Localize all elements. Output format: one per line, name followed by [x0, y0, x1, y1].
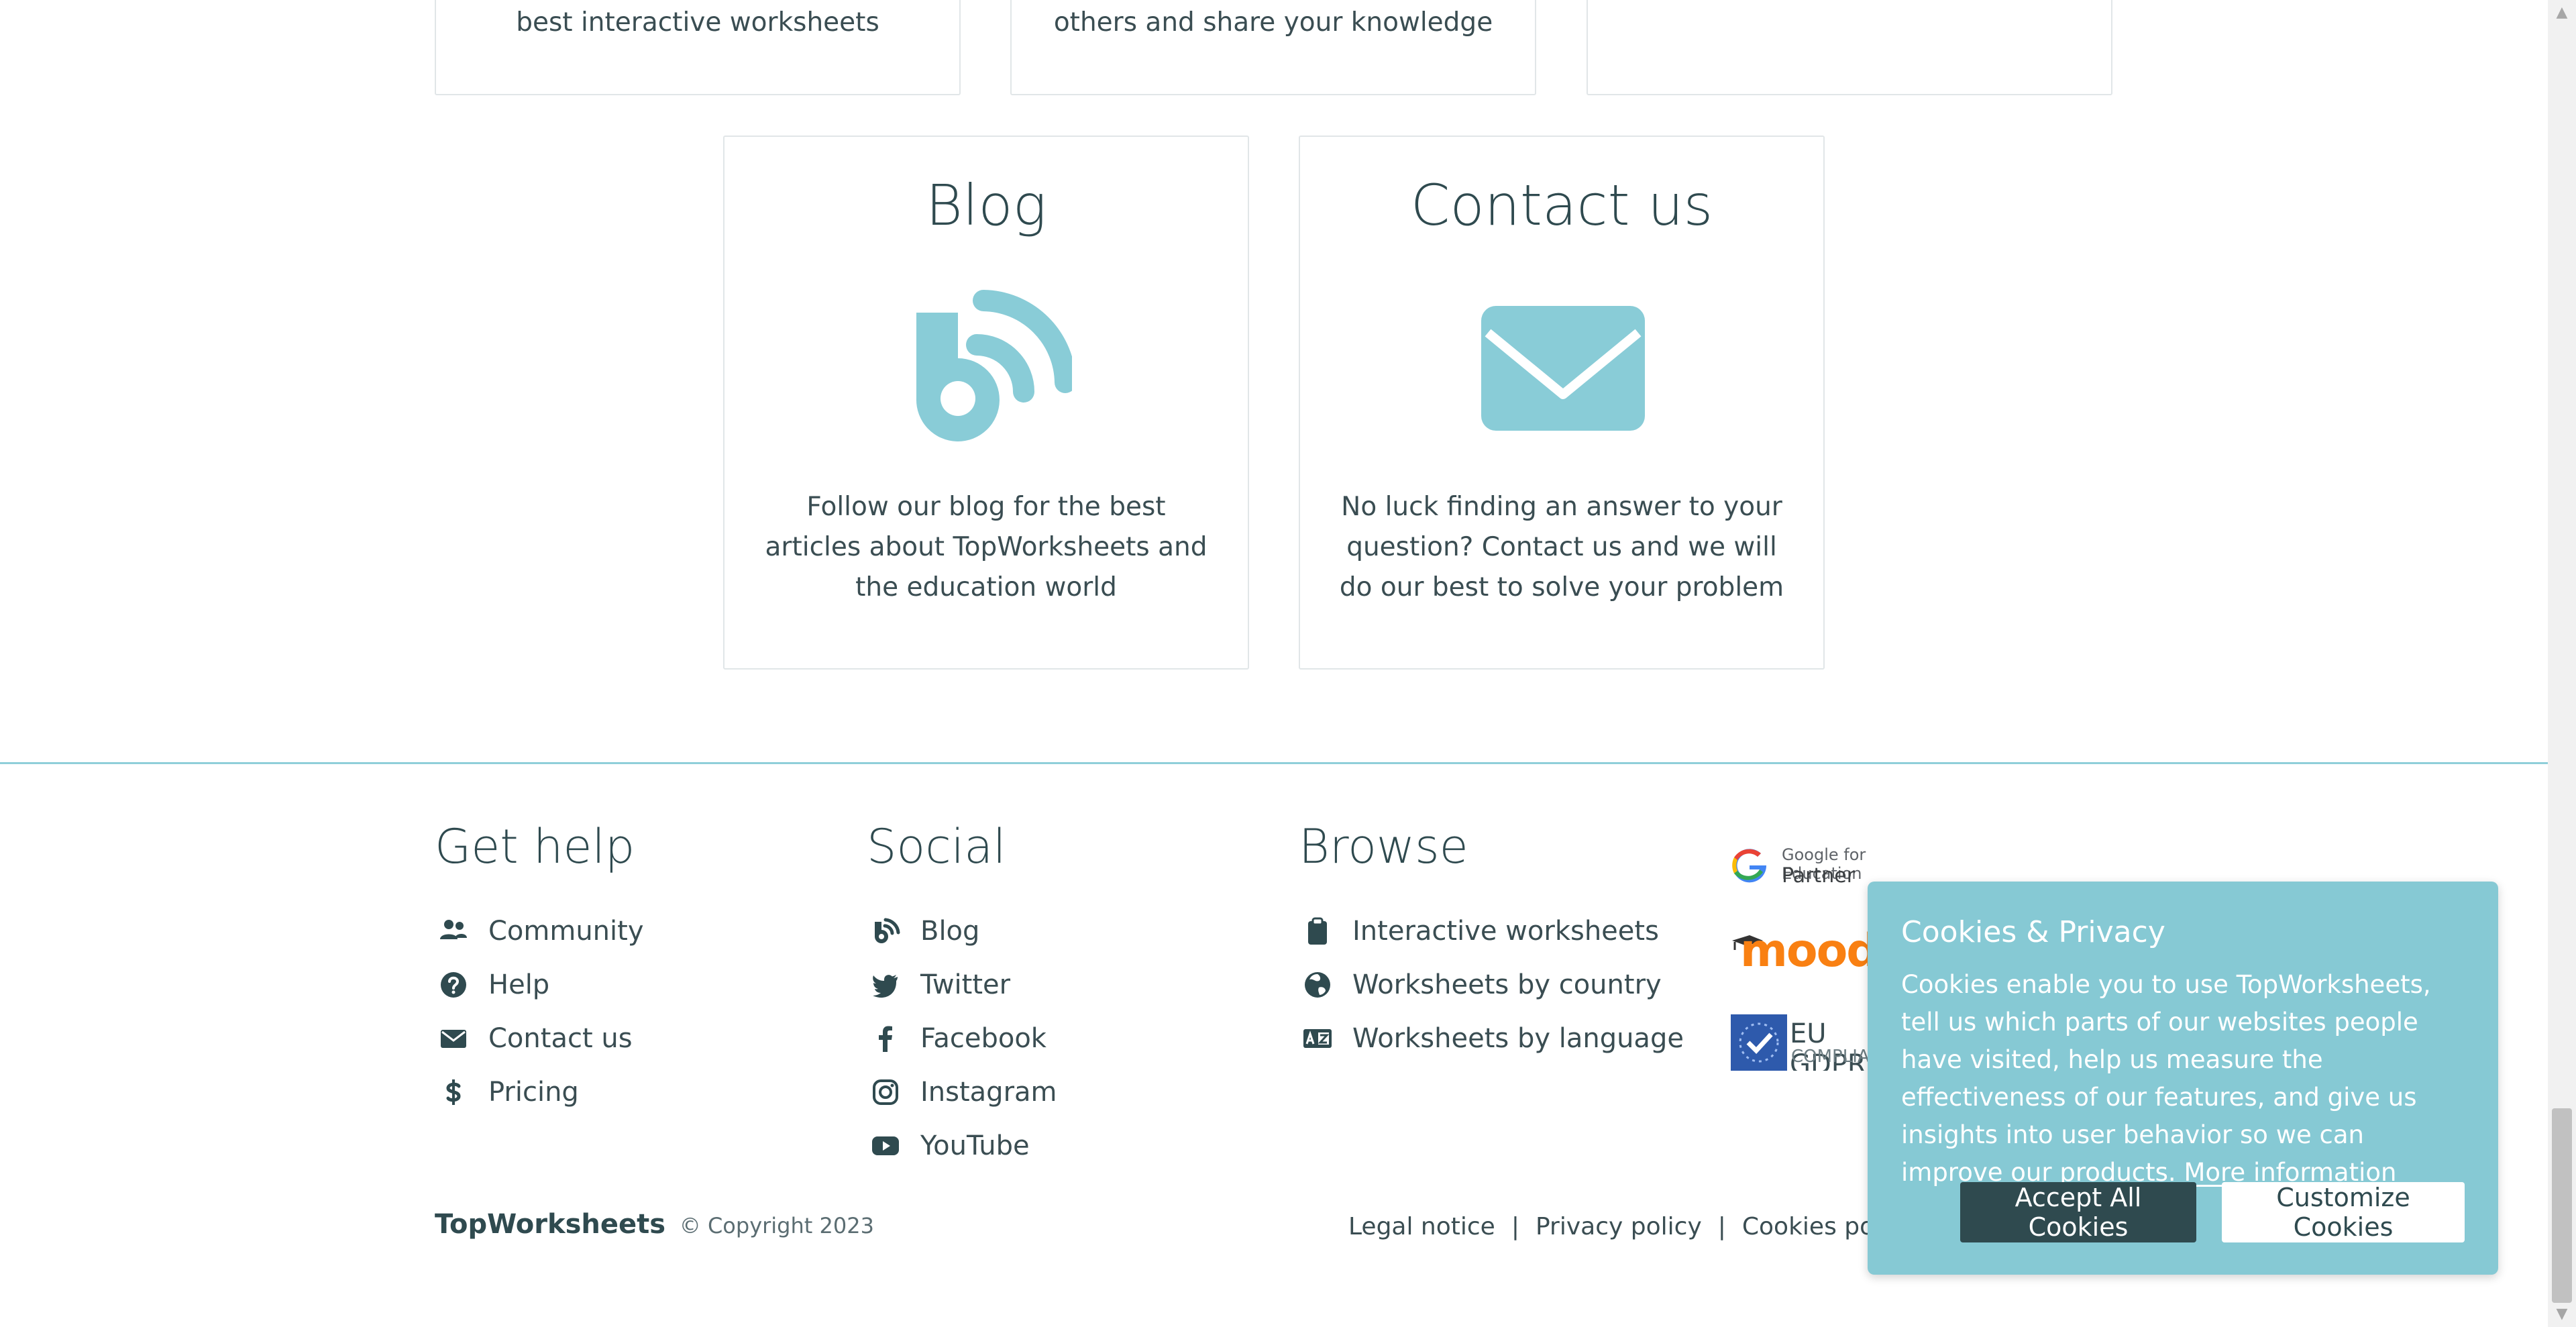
users-icon — [435, 915, 472, 947]
footer-link-help[interactable]: Help — [435, 958, 644, 1012]
instagram-icon — [867, 1076, 904, 1108]
footer-social: Social Blog Twitter Facebook Instagram Y… — [867, 812, 1057, 1173]
legal-links: Legal notice | Privacy policy | Cookies … — [1348, 1213, 1915, 1240]
feature-card-text: others and share your knowledge — [1053, 7, 1493, 38]
google-badge-line2: Partner — [1782, 864, 1856, 888]
footer-link-label: YouTube — [920, 1130, 1030, 1161]
scrollbar-thumb[interactable] — [2552, 1108, 2572, 1303]
footer-brand: TopWorksheets © Copyright 2023 — [435, 1209, 874, 1240]
footer-link-label: Contact us — [488, 1023, 633, 1054]
footer-link-blog[interactable]: Blog — [867, 904, 1057, 958]
footer-link-label: Worksheets by language — [1352, 1023, 1684, 1054]
cookie-banner-body: Cookies enable you to use TopWorksheets,… — [1901, 970, 2431, 1187]
gdpr-check-icon — [1731, 1014, 1787, 1071]
footer-link-label: Twitter — [920, 969, 1011, 1000]
footer-link-youtube[interactable]: YouTube — [867, 1119, 1057, 1173]
feature-card-text: best interactive worksheets — [516, 7, 879, 38]
footer-link-label: Instagram — [920, 1077, 1057, 1108]
separator: | — [1511, 1213, 1519, 1240]
footer-link-label: Facebook — [920, 1023, 1046, 1054]
dollar-icon — [435, 1076, 472, 1108]
footer-link-interactive-worksheets[interactable]: Interactive worksheets — [1299, 904, 1684, 958]
footer-link-contact-us[interactable]: Contact us — [435, 1012, 644, 1065]
footer-link-label: Help — [488, 969, 550, 1000]
legal-notice-link[interactable]: Legal notice — [1348, 1213, 1495, 1240]
contact-card-text: No luck finding an answer to your questi… — [1339, 492, 1784, 602]
contact-card[interactable]: Contact us No luck finding an answer to … — [1299, 136, 1825, 670]
blog-icon — [867, 915, 904, 947]
footer-link-worksheets-by-language[interactable]: Worksheets by language — [1299, 1012, 1684, 1065]
customize-cookies-button[interactable]: Customize Cookies — [2222, 1182, 2465, 1242]
google-g-icon — [1731, 847, 1768, 887]
facebook-icon — [867, 1022, 904, 1055]
footer-get-help-title: Get help — [435, 819, 635, 874]
footer-browse-title: Browse — [1299, 819, 1468, 874]
footer-divider — [0, 762, 2548, 764]
moodle-logo-text: moodle — [1740, 928, 1872, 975]
gdpr-line2: COMPLIANT — [1791, 1047, 1872, 1067]
copyright-text: © Copyright 2023 — [679, 1213, 874, 1238]
brand-name[interactable]: TopWorksheets — [435, 1209, 665, 1240]
blog-card[interactable]: Blog Follow our blog for the best articl… — [723, 136, 1249, 670]
cookie-banner-title: Cookies & Privacy — [1901, 915, 2165, 949]
cookie-banner: Cookies & Privacy Cookies enable you to … — [1868, 882, 2498, 1275]
footer-get-help: Get help Community Help Contact us Prici… — [435, 812, 644, 1119]
feature-card-worksheets: best interactive worksheets — [435, 0, 961, 95]
cookie-banner-text: Cookies enable you to use TopWorksheets,… — [1901, 966, 2466, 1191]
footer-link-instagram[interactable]: Instagram — [867, 1065, 1057, 1119]
moodle-badge: moodle — [1731, 928, 1872, 975]
accept-all-cookies-button[interactable]: Accept All Cookies — [1960, 1182, 2196, 1242]
footer-social-title: Social — [867, 819, 1006, 874]
footer-link-label: Interactive worksheets — [1352, 916, 1659, 947]
footer-link-pricing[interactable]: Pricing — [435, 1065, 644, 1119]
language-icon — [1299, 1022, 1336, 1055]
blog-icon — [904, 286, 1076, 454]
blog-card-title: Blog — [925, 172, 1047, 238]
clipboard-icon — [1299, 915, 1336, 947]
footer-browse: Browse Interactive worksheets Worksheets… — [1299, 812, 1684, 1065]
footer-link-worksheets-by-country[interactable]: Worksheets by country — [1299, 958, 1684, 1012]
globe-icon — [1299, 969, 1336, 1001]
footer-link-label: Worksheets by country — [1352, 969, 1662, 1000]
privacy-policy-link[interactable]: Privacy policy — [1536, 1213, 1702, 1240]
youtube-icon — [867, 1130, 904, 1162]
feature-card-empty — [1587, 0, 2112, 95]
footer-link-label: Pricing — [488, 1077, 579, 1108]
scroll-up-arrow-icon[interactable]: ▲ — [2548, 0, 2576, 25]
blog-card-text: Follow our blog for the best articles ab… — [765, 492, 1208, 602]
twitter-icon — [867, 969, 904, 1001]
footer-link-twitter[interactable]: Twitter — [867, 958, 1057, 1012]
question-circle-icon — [435, 969, 472, 1001]
page-scrollbar[interactable]: ▲ ▼ — [2548, 0, 2576, 1327]
contact-card-title: Contact us — [1410, 172, 1713, 238]
envelope-icon — [435, 1022, 472, 1055]
footer-link-label: Community — [488, 916, 644, 947]
envelope-icon — [1481, 306, 1645, 431]
footer-link-community[interactable]: Community — [435, 904, 644, 958]
footer-link-label: Blog — [920, 916, 980, 947]
footer-link-facebook[interactable]: Facebook — [867, 1012, 1057, 1065]
gdpr-badge: EU GDPR COMPLIANT — [1731, 1014, 1872, 1071]
scroll-down-arrow-icon[interactable]: ▼ — [2548, 1302, 2576, 1327]
feature-card-share: others and share your knowledge — [1010, 0, 1536, 95]
separator: | — [1717, 1213, 1726, 1240]
